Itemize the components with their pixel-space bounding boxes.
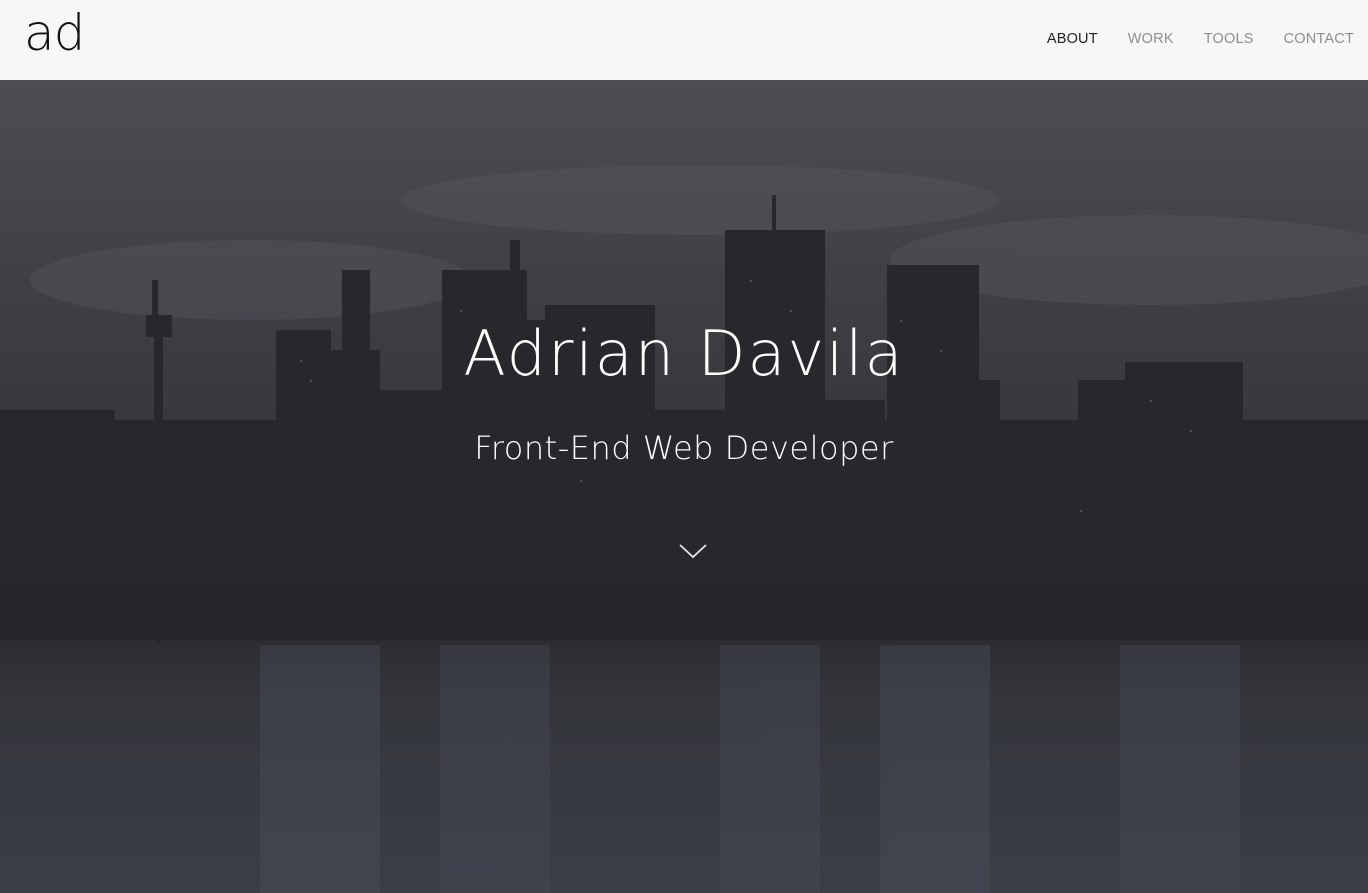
nav-item-about[interactable]: ABOUT (1047, 31, 1098, 47)
hero-section: Adrian Davila Front-End Web Developer (0, 80, 1368, 893)
chevron-down-icon[interactable] (679, 543, 707, 559)
page: ad ABOUT WORK TOOLS CONTACT Adrian Davil… (0, 0, 1368, 893)
nav-item-tools[interactable]: TOOLS (1204, 31, 1254, 47)
hero-title: Adrian Davila (463, 317, 905, 390)
site-logo[interactable]: ad (24, 8, 85, 58)
hero-subtitle: Front-End Web Developer (474, 429, 894, 467)
nav-item-contact[interactable]: CONTACT (1284, 31, 1354, 47)
main-nav: ABOUT WORK TOOLS CONTACT (1017, 31, 1354, 47)
hero-content: Adrian Davila Front-End Web Developer (0, 80, 1368, 893)
nav-item-work[interactable]: WORK (1128, 31, 1174, 47)
site-header: ad ABOUT WORK TOOLS CONTACT (0, 0, 1368, 80)
